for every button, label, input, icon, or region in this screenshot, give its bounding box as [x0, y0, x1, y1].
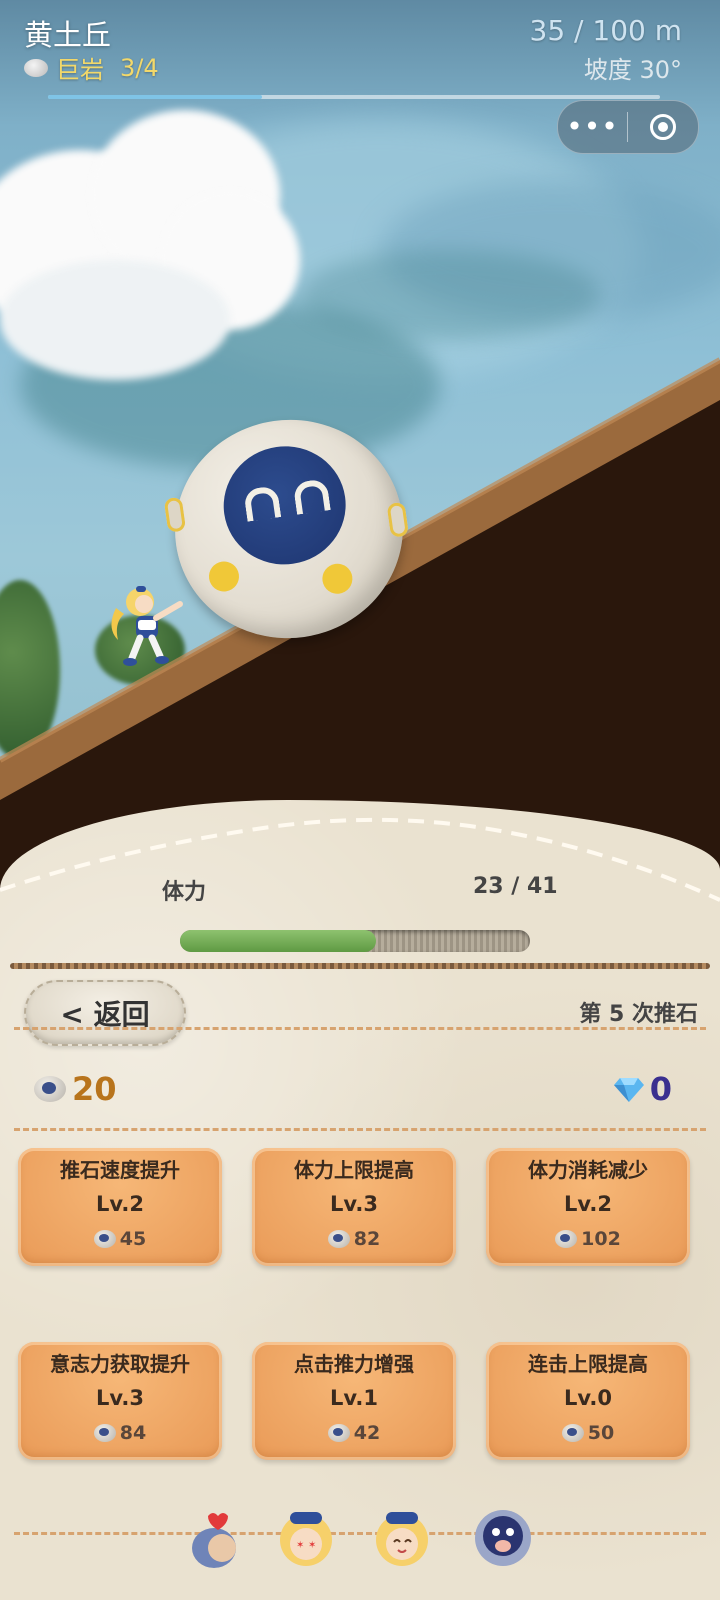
stamina-bar-fill — [180, 930, 377, 952]
upgrade-level: Lv.3 — [96, 1386, 144, 1410]
upgrade-cost-value: 45 — [119, 1228, 147, 1250]
upgrade-level: Lv.2 — [96, 1192, 144, 1216]
panel-divider — [10, 963, 710, 969]
willpower-rock-icon — [555, 1230, 578, 1248]
upgrade-cost-value: 102 — [581, 1228, 621, 1250]
boulder-character-icon[interactable] — [473, 1508, 533, 1568]
upgrade-name: 体力消耗减少 — [528, 1158, 648, 1182]
dashed-divider — [14, 1128, 706, 1131]
upgrade-cost: 102 — [486, 1228, 690, 1250]
stamina-label: 体力 — [162, 880, 207, 905]
willpower-counter: 20 — [34, 1070, 117, 1108]
upgrade-cost: 84 — [18, 1422, 222, 1444]
panel-stitching — [0, 817, 720, 902]
upgrade-level: Lv.3 — [330, 1192, 378, 1216]
upgrade-level: Lv.2 — [564, 1192, 612, 1216]
upgrade-cost: 82 — [252, 1228, 456, 1250]
upgrade-name: 连击上限提高 — [528, 1352, 648, 1376]
gem-counter: 0 — [613, 1070, 672, 1108]
stamina-value: 23 / 41 — [473, 874, 558, 899]
svg-text:✶: ✶ — [296, 1540, 304, 1551]
upgrade-cost: 42 — [252, 1422, 456, 1444]
upgrade-name: 体力上限提高 — [294, 1158, 414, 1182]
upgrade-level: Lv.0 — [564, 1386, 612, 1410]
diamond-icon — [613, 1078, 644, 1102]
willpower-amount: 20 — [72, 1070, 117, 1108]
upgrade-name: 推石速度提升 — [60, 1158, 180, 1182]
upgrade-card[interactable]: 意志力获取提升 Lv.3 84 — [18, 1342, 222, 1460]
willpower-rock-icon — [93, 1424, 116, 1442]
upgrade-card[interactable]: 连击上限提高 Lv.0 50 — [486, 1342, 690, 1460]
upgrade-card[interactable]: 体力消耗减少 Lv.2 102 — [486, 1148, 690, 1266]
upgrade-cost-value: 42 — [353, 1422, 381, 1444]
happy-girl-icon[interactable] — [372, 1508, 432, 1568]
dizzy-girl-icon[interactable]: ✶ ✶ — [276, 1508, 336, 1568]
upgrade-name: 意志力获取提升 — [50, 1352, 190, 1376]
upgrade-cost: 45 — [18, 1228, 222, 1250]
back-button[interactable]: < 返回 — [24, 980, 186, 1046]
gem-amount: 0 — [649, 1070, 672, 1108]
willpower-rock-icon — [93, 1230, 116, 1248]
upgrade-level: Lv.1 — [330, 1386, 378, 1410]
willpower-rock-icon — [327, 1424, 350, 1442]
heart-character-icon[interactable] — [184, 1508, 244, 1568]
upgrade-card[interactable]: 推石速度提升 Lv.2 45 — [18, 1148, 222, 1266]
stamina-bar — [180, 930, 530, 952]
upgrade-card[interactable]: 体力上限提高 Lv.3 82 — [252, 1148, 456, 1266]
willpower-rock-icon — [34, 1076, 66, 1102]
svg-text:✶: ✶ — [308, 1540, 316, 1551]
upgrade-cost: 50 — [486, 1422, 690, 1444]
willpower-rock-icon — [327, 1230, 350, 1248]
push-count: 第 5 次推石 — [579, 1002, 698, 1027]
upgrade-cost-value: 84 — [119, 1422, 147, 1444]
upgrade-name: 点击推力增强 — [294, 1352, 414, 1376]
willpower-rock-icon — [561, 1424, 584, 1442]
dashed-divider — [14, 1532, 706, 1535]
upgrade-cost-value: 82 — [353, 1228, 381, 1250]
dashed-divider — [14, 1027, 706, 1030]
upgrade-cost-value: 50 — [587, 1422, 615, 1444]
upgrade-card[interactable]: 点击推力增强 Lv.1 42 — [252, 1342, 456, 1460]
